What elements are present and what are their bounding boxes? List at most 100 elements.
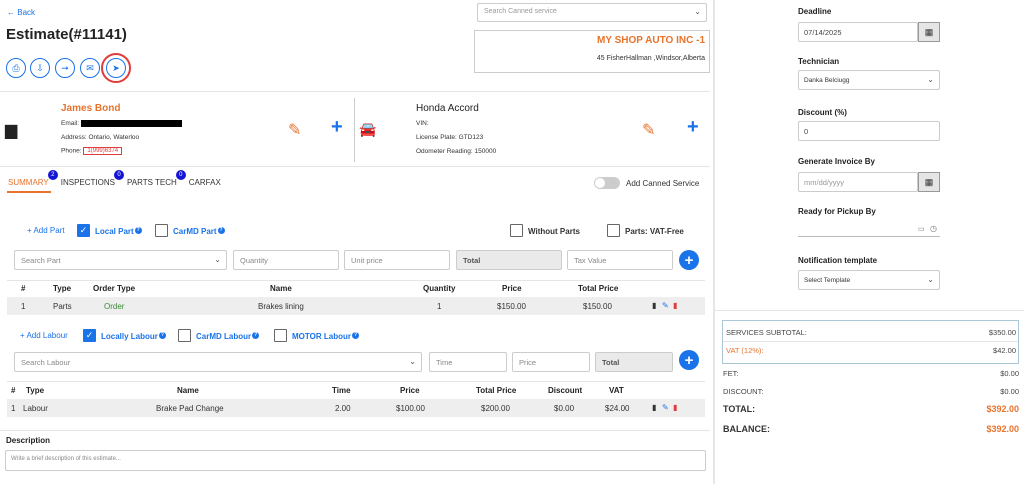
carmd-part-label: CarMD Part? xyxy=(173,227,225,236)
toggle-knob xyxy=(595,178,605,188)
plate-value: GTD123 xyxy=(458,134,484,141)
vat-free-label: Parts: VAT-Free xyxy=(625,227,684,236)
discount-input[interactable]: 0 xyxy=(798,121,940,141)
search-labour-input[interactable]: Search Labour ⌄ xyxy=(14,352,422,372)
clock-icon[interactable]: ◷ xyxy=(930,224,937,233)
customer-phone: Phone: 1(999)6374 xyxy=(61,147,123,155)
estimate-main-panel: ← Back Estimate(#11141) ⎙ ⇩ ➞ ✉ ➤ Search… xyxy=(0,0,713,484)
local-labour-text: Locally Labour xyxy=(101,332,158,341)
tab-summary-badge: 2 xyxy=(47,170,58,180)
labour-header-num: # xyxy=(11,386,16,395)
generate-invoice-input[interactable]: mm/dd/yyyy xyxy=(798,172,918,192)
add-labour-link[interactable]: + Add Labour xyxy=(20,331,68,340)
export-icon[interactable]: ⇩ xyxy=(30,58,50,78)
add-canned-toggle[interactable] xyxy=(594,177,620,189)
vat-free-checkbox[interactable] xyxy=(607,224,620,237)
technician-select[interactable]: Danka Belciugg ⌄ xyxy=(798,70,940,90)
tab-parts-tech-badge: 0 xyxy=(175,170,186,180)
add-part-button[interactable]: + xyxy=(679,250,699,270)
edit-icon[interactable]: ✎ xyxy=(662,301,669,310)
motor-labour-checkbox[interactable] xyxy=(274,329,287,342)
add-customer-plus-icon[interactable]: + xyxy=(331,116,343,139)
labour-price-input[interactable]: Price xyxy=(512,352,590,372)
labour-row-total: $200.00 xyxy=(481,404,510,413)
email-icon[interactable]: ✉ xyxy=(80,58,100,78)
table-row[interactable]: 1 Labour Brake Pad Change 2.00 $100.00 $… xyxy=(7,399,705,417)
local-part-text: Local Part xyxy=(95,227,134,236)
labour-total-field: Total xyxy=(595,352,673,372)
labour-row-name: Brake Pad Change xyxy=(156,404,224,413)
add-part-link[interactable]: + Add Part xyxy=(27,226,65,235)
parts-row-type: Parts xyxy=(53,302,72,311)
trash-icon[interactable]: ▮ xyxy=(673,301,677,310)
parts-header-total-price: Total Price xyxy=(578,284,619,293)
search-part-input[interactable]: Search Part ⌄ xyxy=(14,250,227,270)
labour-row-vat: $24.00 xyxy=(605,404,630,413)
customer-email: Email: xyxy=(61,120,182,127)
add-labour-button[interactable]: + xyxy=(679,350,699,370)
description-label: Description xyxy=(6,436,51,445)
fet-label: FET: xyxy=(723,369,739,378)
local-labour-checkbox[interactable]: ✓ xyxy=(83,329,96,342)
search-labour-placeholder: Search Labour xyxy=(21,358,71,367)
part-unit-price-input[interactable]: Unit price xyxy=(344,250,450,270)
labour-header-discount: Discount xyxy=(548,386,583,395)
tab-parts-tech[interactable]: PARTS TECH 0 xyxy=(127,170,186,187)
calendar-icon[interactable]: ▦ xyxy=(918,172,940,192)
notification-template-select[interactable]: Select Template ⌄ xyxy=(798,270,940,290)
parts-row-qty: 1 xyxy=(437,302,442,311)
help-icon[interactable]: ? xyxy=(158,332,166,339)
carmd-labour-checkbox[interactable] xyxy=(178,329,191,342)
deadline-input[interactable]: 07/14/2025 xyxy=(798,22,918,42)
edit-customer-pencil-icon[interactable]: ✎ xyxy=(288,120,301,140)
description-textarea[interactable]: Write a brief description of this estima… xyxy=(5,450,706,471)
vertical-divider xyxy=(354,98,355,162)
customer-name[interactable]: James Bond xyxy=(61,103,120,114)
email-label: Email: xyxy=(61,120,80,128)
document-icon[interactable]: ▮ xyxy=(652,301,656,310)
table-border xyxy=(7,381,705,382)
canned-service-select[interactable]: Search Canned service ⌄ xyxy=(477,3,707,22)
tab-inspections[interactable]: INSPECTIONS 0 xyxy=(61,170,124,187)
odometer-value: 150000 xyxy=(474,148,497,155)
odometer-label: Odometer Reading: xyxy=(416,148,473,155)
tab-carfax[interactable]: CARFAX xyxy=(189,178,221,187)
trash-icon[interactable]: ▮ xyxy=(673,403,677,412)
parts-header-order-type: Order Type xyxy=(93,284,136,293)
without-parts-checkbox[interactable] xyxy=(510,224,523,237)
local-part-checkbox[interactable]: ✓ xyxy=(77,224,90,237)
help-icon[interactable]: ? xyxy=(134,227,142,234)
document-icon[interactable]: ▮ xyxy=(652,403,656,412)
total-label: TOTAL: xyxy=(723,404,756,414)
page-title: Estimate(#11141) xyxy=(6,26,127,43)
discount-total-label: DISCOUNT: xyxy=(723,387,764,396)
help-icon[interactable]: ? xyxy=(351,332,359,339)
table-row[interactable]: 1 Parts Order Brakes lining 1 $150.00 $1… xyxy=(7,297,705,315)
arrow-right-icon[interactable]: ➞ xyxy=(55,58,75,78)
back-link[interactable]: ← Back xyxy=(7,8,35,17)
calendar-icon[interactable]: ▦ xyxy=(918,22,940,42)
help-icon[interactable]: ? xyxy=(252,332,260,339)
part-tax-value-input[interactable]: Tax Value xyxy=(567,250,673,270)
divider xyxy=(715,310,1024,311)
vat-label: VAT (12%): xyxy=(726,346,764,355)
help-icon[interactable]: ? xyxy=(217,227,225,234)
calendar-small-icon[interactable]: ▭ xyxy=(918,225,925,233)
labour-time-input[interactable]: Time xyxy=(429,352,507,372)
labour-row-time: 2.00 xyxy=(335,404,351,413)
technician-label: Technician xyxy=(798,57,840,66)
part-quantity-input[interactable]: Quantity xyxy=(233,250,339,270)
carmd-part-checkbox[interactable] xyxy=(155,224,168,237)
add-vehicle-plus-icon[interactable]: + xyxy=(687,116,699,139)
fet-row: FET: $0.00 xyxy=(723,369,1019,378)
add-canned-label: Add Canned Service xyxy=(626,179,700,188)
labour-header-type: Type xyxy=(26,386,45,395)
labour-header-price: Price xyxy=(400,386,420,395)
parts-header-type: Type xyxy=(53,284,72,293)
edit-icon[interactable]: ✎ xyxy=(662,403,669,412)
tab-summary[interactable]: SUMMARY 2 xyxy=(8,170,58,187)
print-icon[interactable]: ⎙ xyxy=(6,58,26,78)
shop-name: MY SHOP AUTO INC -1 xyxy=(597,35,705,46)
edit-vehicle-pencil-icon[interactable]: ✎ xyxy=(642,120,655,140)
total-row: TOTAL: $392.00 xyxy=(723,404,1019,414)
